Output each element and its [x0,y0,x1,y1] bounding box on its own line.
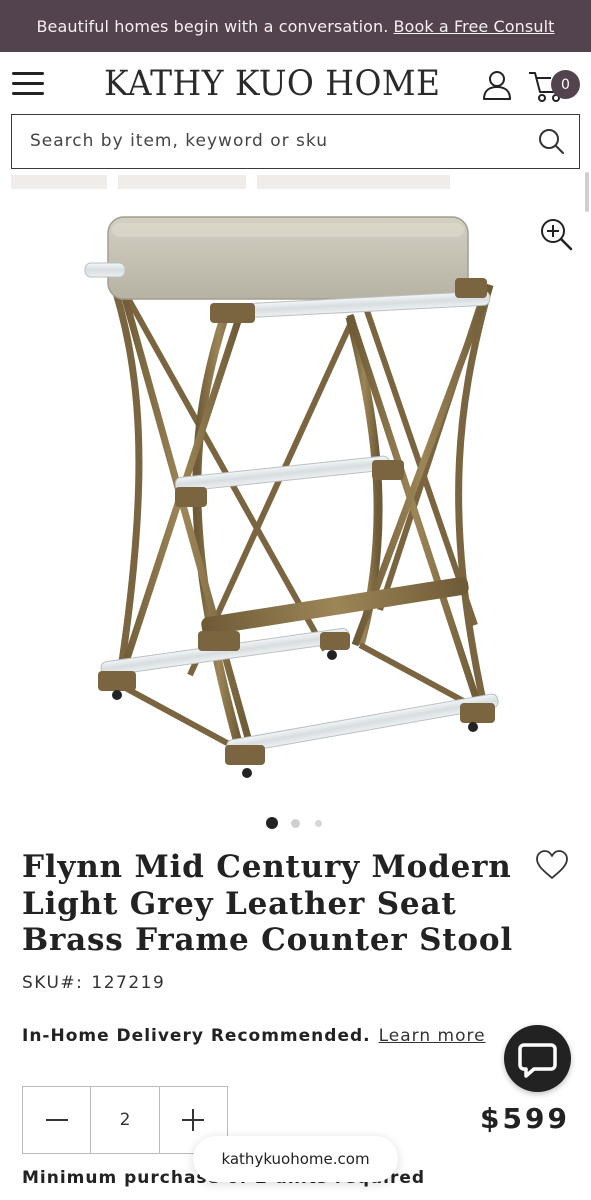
carousel-dots [266,817,326,829]
book-consult-link[interactable]: Book a Free Consult [393,17,554,36]
promo-bar: Beautiful homes begin with a conversatio… [0,0,591,52]
minus-icon [45,1119,68,1121]
chat-bubble-icon [518,1043,557,1078]
promo-text: Beautiful homes begin with a conversatio… [36,16,389,36]
quantity-field[interactable]: 2 [91,1087,160,1153]
delivery-label: In-Home Delivery Recommended. [22,1026,371,1046]
hamburger-menu-icon[interactable] [12,71,44,95]
product-title: Flynn Mid Century Modern Light Grey Leat… [22,849,513,958]
sku-value: 127219 [91,973,166,993]
delivery-notice: In-Home Delivery Recommended. Learn more [22,1026,486,1046]
search-input[interactable] [30,115,520,167]
search-bar [11,114,580,169]
zoom-in-icon[interactable] [538,216,574,252]
chat-button[interactable] [504,1025,571,1092]
cart-count-badge[interactable]: 0 [551,70,580,99]
carousel-dot[interactable] [291,819,300,828]
carousel-dot-active[interactable] [266,817,278,829]
site-header: KATHY KUO HOME 0 [0,52,591,114]
learn-more-link[interactable]: Learn more [379,1026,486,1046]
product-price: $599 [480,1102,570,1135]
decrease-quantity-button[interactable] [23,1087,92,1153]
browser-url: kathykuohome.com [221,1150,370,1168]
carousel-dot[interactable] [315,820,322,827]
page-scrollbar-thumb[interactable] [585,172,589,212]
plus-icon [182,1109,205,1131]
quantity-value: 2 [119,1110,131,1130]
breadcrumb-item[interactable] [257,175,450,189]
heart-icon[interactable] [535,849,569,881]
site-logo[interactable]: KATHY KUO HOME [104,64,441,104]
product-image[interactable] [80,205,510,790]
sku: SKU#: 127219 [22,973,173,993]
search-icon[interactable] [537,127,565,155]
sku-label: SKU#: [22,973,84,993]
user-icon[interactable] [481,69,513,101]
breadcrumb-item[interactable] [11,175,107,189]
browser-url-bar[interactable]: kathykuohome.com [193,1136,398,1182]
breadcrumb-item[interactable] [118,175,246,189]
